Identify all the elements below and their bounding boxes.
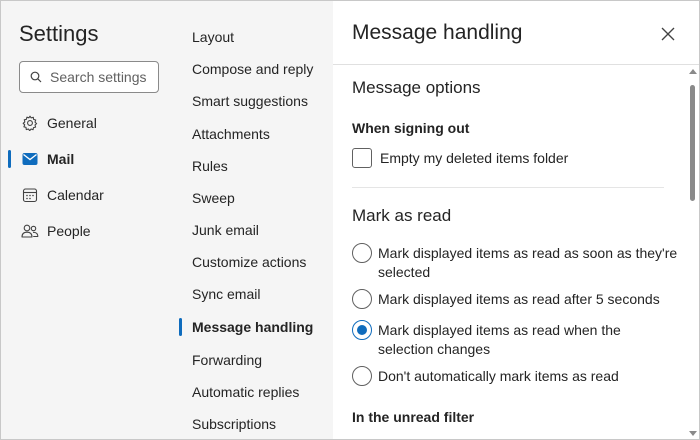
section-compose-and-reply[interactable]: Compose and reply [171,56,333,82]
settings-title: Settings [19,21,99,46]
nav-item-calendar[interactable]: Calendar [1,180,171,210]
section-smart-suggestions[interactable]: Smart suggestions [171,88,333,114]
nav-item-label: People [47,223,91,239]
section-sync-email[interactable]: Sync email [171,281,333,307]
close-icon[interactable] [659,25,677,43]
scroll-down-arrow-icon[interactable] [689,431,697,436]
mail-icon [21,150,39,168]
radio-label: Mark displayed items as read after 5 sec… [378,291,660,307]
message-handling-panel: Message handling Message options When si… [333,1,699,439]
section-forwarding[interactable]: Forwarding [171,347,333,373]
scroll-thumb[interactable] [690,85,695,201]
empty-deleted-items-label: Empty my deleted items folder [380,150,569,166]
nav-item-label: Mail [47,151,75,167]
mark-read-after-delay-radio[interactable] [352,289,372,309]
people-icon [21,222,39,240]
nav-item-people[interactable]: People [1,216,171,246]
mark-read-immediately-radio[interactable] [352,243,372,263]
nav-item-mail[interactable]: Mail [1,144,171,174]
mark-read-after-delay-option[interactable]: Mark displayed items as read after 5 sec… [352,289,682,309]
message-options-title: Message options [352,78,481,97]
mark-read-immediately-option[interactable]: Mark displayed items as read as soon as … [352,243,682,282]
section-subscriptions[interactable]: Subscriptions [171,411,333,437]
mark-as-read-title: Mark as read [352,206,452,225]
panel-content: Message options When signing out Empty m… [333,65,687,439]
gear-icon [21,114,39,132]
settings-window: Settings General [0,0,700,440]
section-divider [352,187,664,188]
section-layout[interactable]: Layout [171,24,333,50]
radio-label: Don't automatically mark items as read [378,368,619,384]
panel-scrollbar[interactable] [687,65,699,439]
nav-item-label: General [47,115,97,131]
mail-section-list: Layout Compose and reply Smart suggestio… [171,1,333,439]
empty-deleted-items-checkbox[interactable] [352,148,372,168]
section-rules[interactable]: Rules [171,153,333,179]
section-customize-actions[interactable]: Customize actions [171,249,333,275]
search-box[interactable] [19,61,159,93]
section-automatic-replies[interactable]: Automatic replies [171,379,333,405]
settings-nav: Settings General [1,1,171,439]
section-sweep[interactable]: Sweep [171,185,333,211]
dont-mark-read-option[interactable]: Don't automatically mark items as read [352,366,682,386]
scroll-up-arrow-icon[interactable] [689,69,697,74]
panel-title: Message handling [352,21,523,44]
search-icon [30,71,42,83]
empty-deleted-items-option[interactable]: Empty my deleted items folder [352,148,568,168]
unread-filter-title: In the unread filter [352,409,475,425]
section-message-handling[interactable]: Message handling [171,314,333,340]
mark-read-on-selection-change-radio[interactable] [352,320,372,340]
nav-item-general[interactable]: General [1,108,171,138]
radio-label: Mark displayed items as read as soon as … [378,245,678,280]
radio-label: Mark displayed items as read when the se… [378,322,621,357]
calendar-icon [21,186,39,204]
section-attachments[interactable]: Attachments [171,121,333,147]
section-junk-email[interactable]: Junk email [171,217,333,243]
nav-item-label: Calendar [47,187,104,203]
search-input[interactable] [50,69,150,85]
when-signing-out-title: When signing out [352,120,470,136]
dont-mark-read-radio[interactable] [352,366,372,386]
mark-read-on-selection-change-option[interactable]: Mark displayed items as read when the se… [352,320,682,359]
